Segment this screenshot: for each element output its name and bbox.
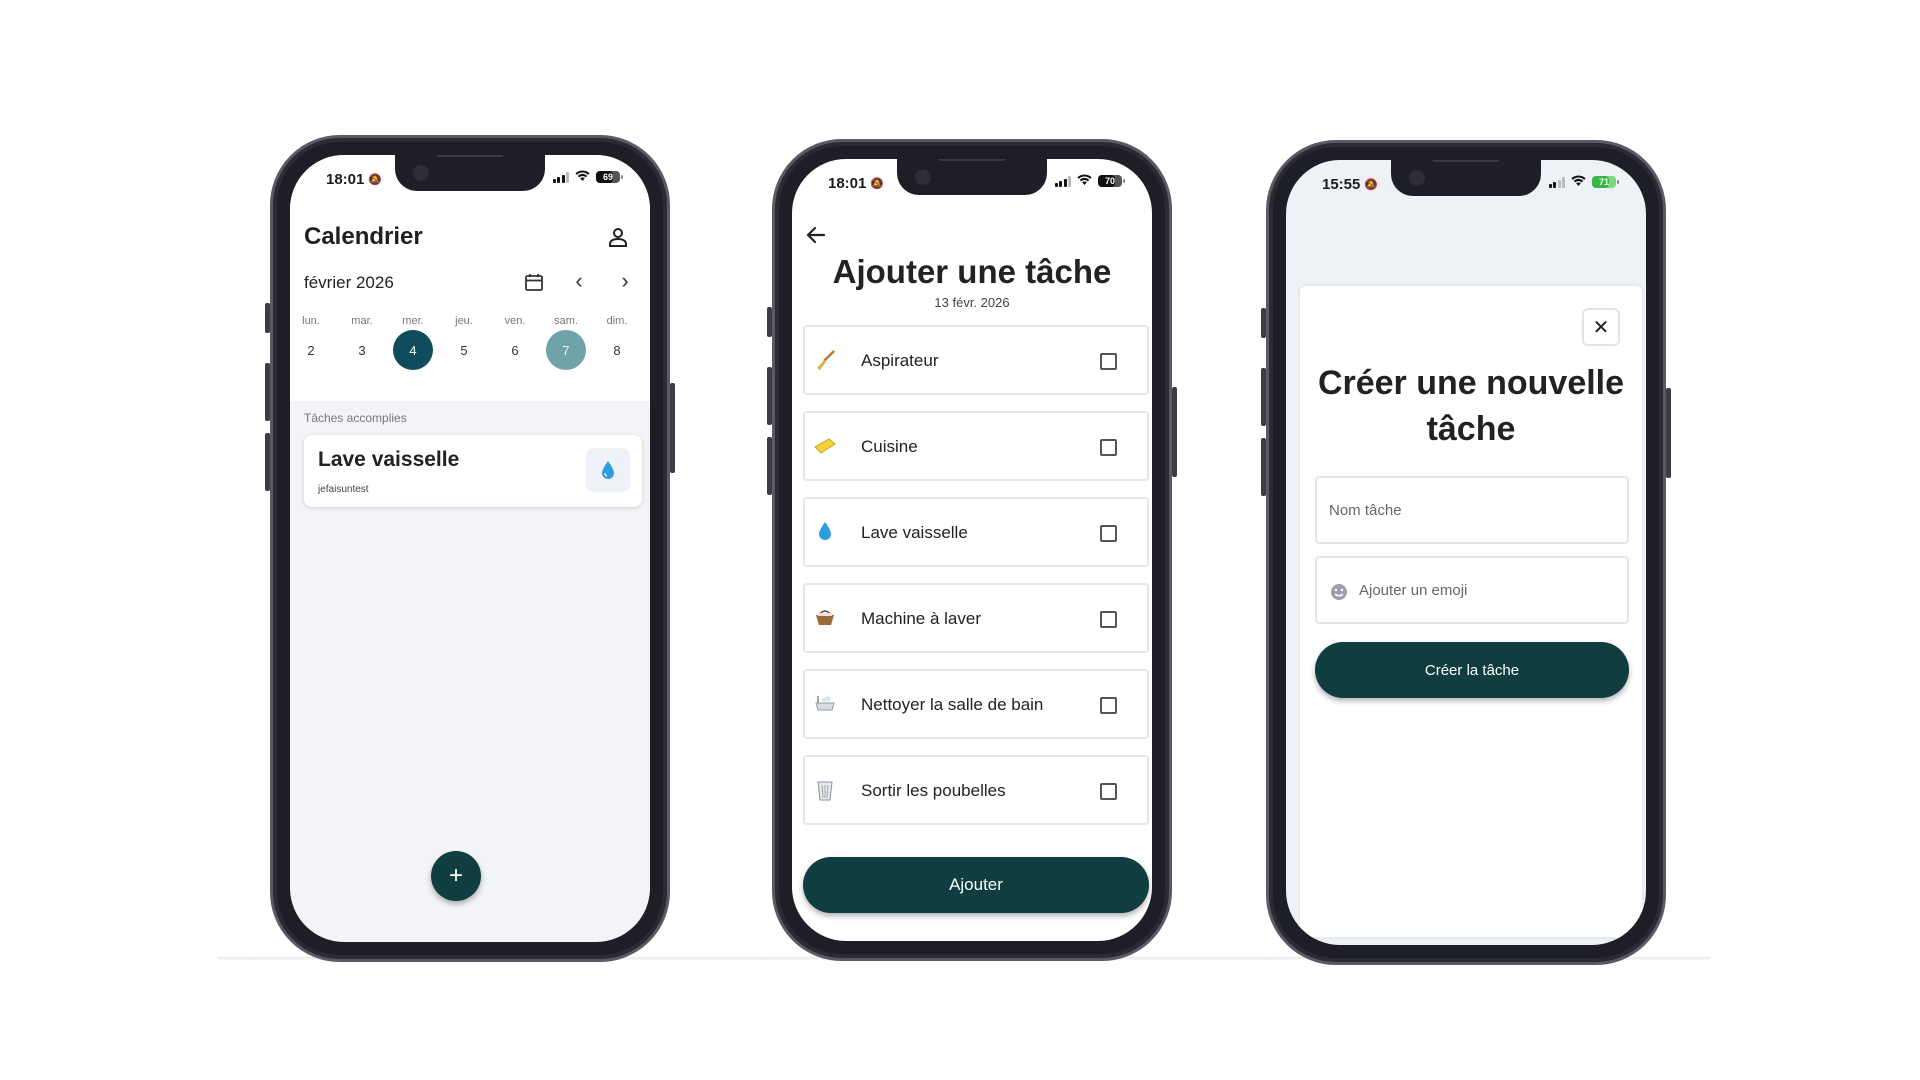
page-title: Ajouter une tâche [832,253,1112,290]
screen: 15:55 🔕 71 ✕ Créer une nouvelle tâche No… [1286,160,1646,945]
basket-icon [813,607,837,631]
task-option[interactable]: Nettoyer la salle de bain [803,669,1149,739]
checkbox[interactable] [1100,697,1117,714]
signal-icon [1054,175,1071,187]
wifi-icon [1077,174,1092,188]
status-time: 18:01 [326,171,365,188]
signal-icon [1548,176,1565,188]
phone-calendar: 18:01 🔕 69 Calendrier février 2026 ‹ › l… [265,135,675,962]
signal-icon [552,171,569,183]
water-drop-icon [813,521,837,545]
smiley-icon [1329,582,1349,602]
page-title: Calendrier [304,223,423,250]
wastebasket-icon [813,779,837,803]
silent-bell-icon: 🔕 [368,174,383,186]
chevron-left-icon[interactable]: ‹ [569,268,589,294]
sponge-icon [813,435,837,459]
bathtub-icon [813,693,837,717]
task-option[interactable]: Sortir les poubelles [803,755,1149,825]
task-card[interactable]: Lave vaisselle jefaisuntest [304,435,642,507]
checkbox[interactable] [1100,525,1117,542]
broom-icon [813,349,837,373]
date-label: 13 févr. 2026 [934,295,1010,310]
day-cell[interactable]: mar. 3 [341,315,383,370]
close-icon[interactable]: ✕ [1582,308,1620,346]
silent-bell-icon: 🔕 [870,178,885,190]
day-cell[interactable]: jeu. 5 [443,315,485,370]
create-task-button[interactable]: Créer la tâche [1315,642,1629,698]
task-option[interactable]: Aspirateur [803,325,1149,395]
battery-icon: 69 [596,171,623,183]
wifi-icon [1571,175,1586,189]
create-task-modal: ✕ Créer une nouvelle tâche Créer la tâch… [1298,284,1644,939]
profile-icon[interactable] [606,225,630,249]
battery-icon: 70 [1098,175,1125,187]
task-subtitle: jefaisuntest [318,484,369,495]
notch [395,155,545,191]
calendar-icon[interactable] [524,272,544,292]
silent-bell-icon: 🔕 [1364,179,1379,191]
day-cell[interactable]: ven. 6 [494,315,536,370]
add-button[interactable]: Ajouter [803,857,1149,913]
day-cell-highlighted[interactable]: sam. 7 [545,315,587,370]
screen: 18:01 🔕 69 Calendrier février 2026 ‹ › l… [290,155,650,942]
phone-create-task: 15:55 🔕 71 ✕ Créer une nouvelle tâche No… [1261,140,1671,965]
notch [1391,160,1541,196]
emoji-input[interactable] [1359,558,1619,622]
day-cell[interactable]: lun. 2 [290,315,332,370]
checkbox[interactable] [1100,353,1117,370]
status-time: 15:55 [1322,176,1361,193]
month-label: février 2026 [304,273,394,292]
phone-add-task: 18:01 🔕 70 Ajouter une tâche 13 févr. 202… [767,139,1177,961]
task-option[interactable]: Machine à laver [803,583,1149,653]
day-cell-selected[interactable]: mer. 4 [392,315,434,370]
water-drop-icon [586,448,630,492]
task-name-input[interactable] [1329,478,1619,542]
task-option[interactable]: Cuisine [803,411,1149,481]
day-cell[interactable]: dim. 8 [596,315,638,370]
back-arrow-icon[interactable] [804,223,828,247]
stage: 18:01 🔕 69 Calendrier février 2026 ‹ › l… [0,0,1920,1080]
add-task-button[interactable]: + [431,851,481,901]
wifi-icon [575,170,590,184]
section-label: Tâches accomplies [304,411,407,425]
task-title: Lave vaisselle [318,448,460,471]
task-option[interactable]: Lave vaisselle [803,497,1149,567]
task-name-field[interactable] [1315,476,1629,544]
checkbox[interactable] [1100,611,1117,628]
modal-title: Créer une nouvelle tâche [1317,364,1625,448]
emoji-field[interactable] [1315,556,1629,624]
chevron-right-icon[interactable]: › [615,268,635,294]
battery-icon: 71 [1592,176,1619,188]
checkbox[interactable] [1100,783,1117,800]
screen: 18:01 🔕 70 Ajouter une tâche 13 févr. 202… [792,159,1152,941]
checkbox[interactable] [1100,439,1117,456]
status-time: 18:01 [828,175,867,192]
notch [897,159,1047,195]
